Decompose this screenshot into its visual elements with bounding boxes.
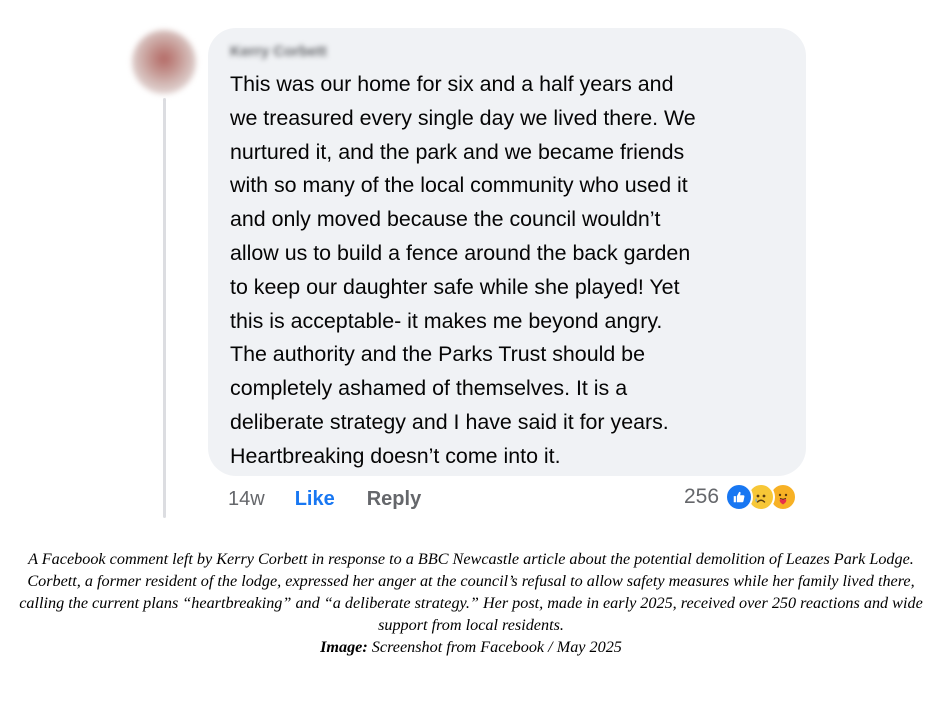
comment-text: This was our home for six and a half yea… [230, 72, 696, 468]
avatar[interactable] [132, 30, 196, 94]
like-icon [725, 483, 754, 511]
credit-label: Image: [320, 638, 368, 656]
caption-text: A Facebook comment left by Kerry Corbett… [19, 550, 923, 634]
comment-timestamp[interactable]: 14w [228, 488, 265, 511]
reply-button[interactable]: Reply [367, 488, 421, 511]
comment-bubble: Kerry Corbett This was our home for six … [208, 28, 806, 476]
credit-text: Screenshot from Facebook / May 2025 [371, 638, 622, 656]
reaction-icons [725, 483, 798, 511]
image-credit: Image: Screenshot from Facebook / May 20… [0, 636, 942, 658]
like-button[interactable]: Like [295, 488, 335, 511]
comment-actions: 14w Like Reply [228, 484, 421, 514]
image-caption: A Facebook comment left by Kerry Corbett… [0, 548, 942, 658]
thread-line [163, 98, 166, 518]
comment-author[interactable]: Kerry Corbett [230, 42, 327, 62]
reactions-summary[interactable]: 256 [684, 481, 798, 513]
reaction-count: 256 [684, 485, 720, 508]
